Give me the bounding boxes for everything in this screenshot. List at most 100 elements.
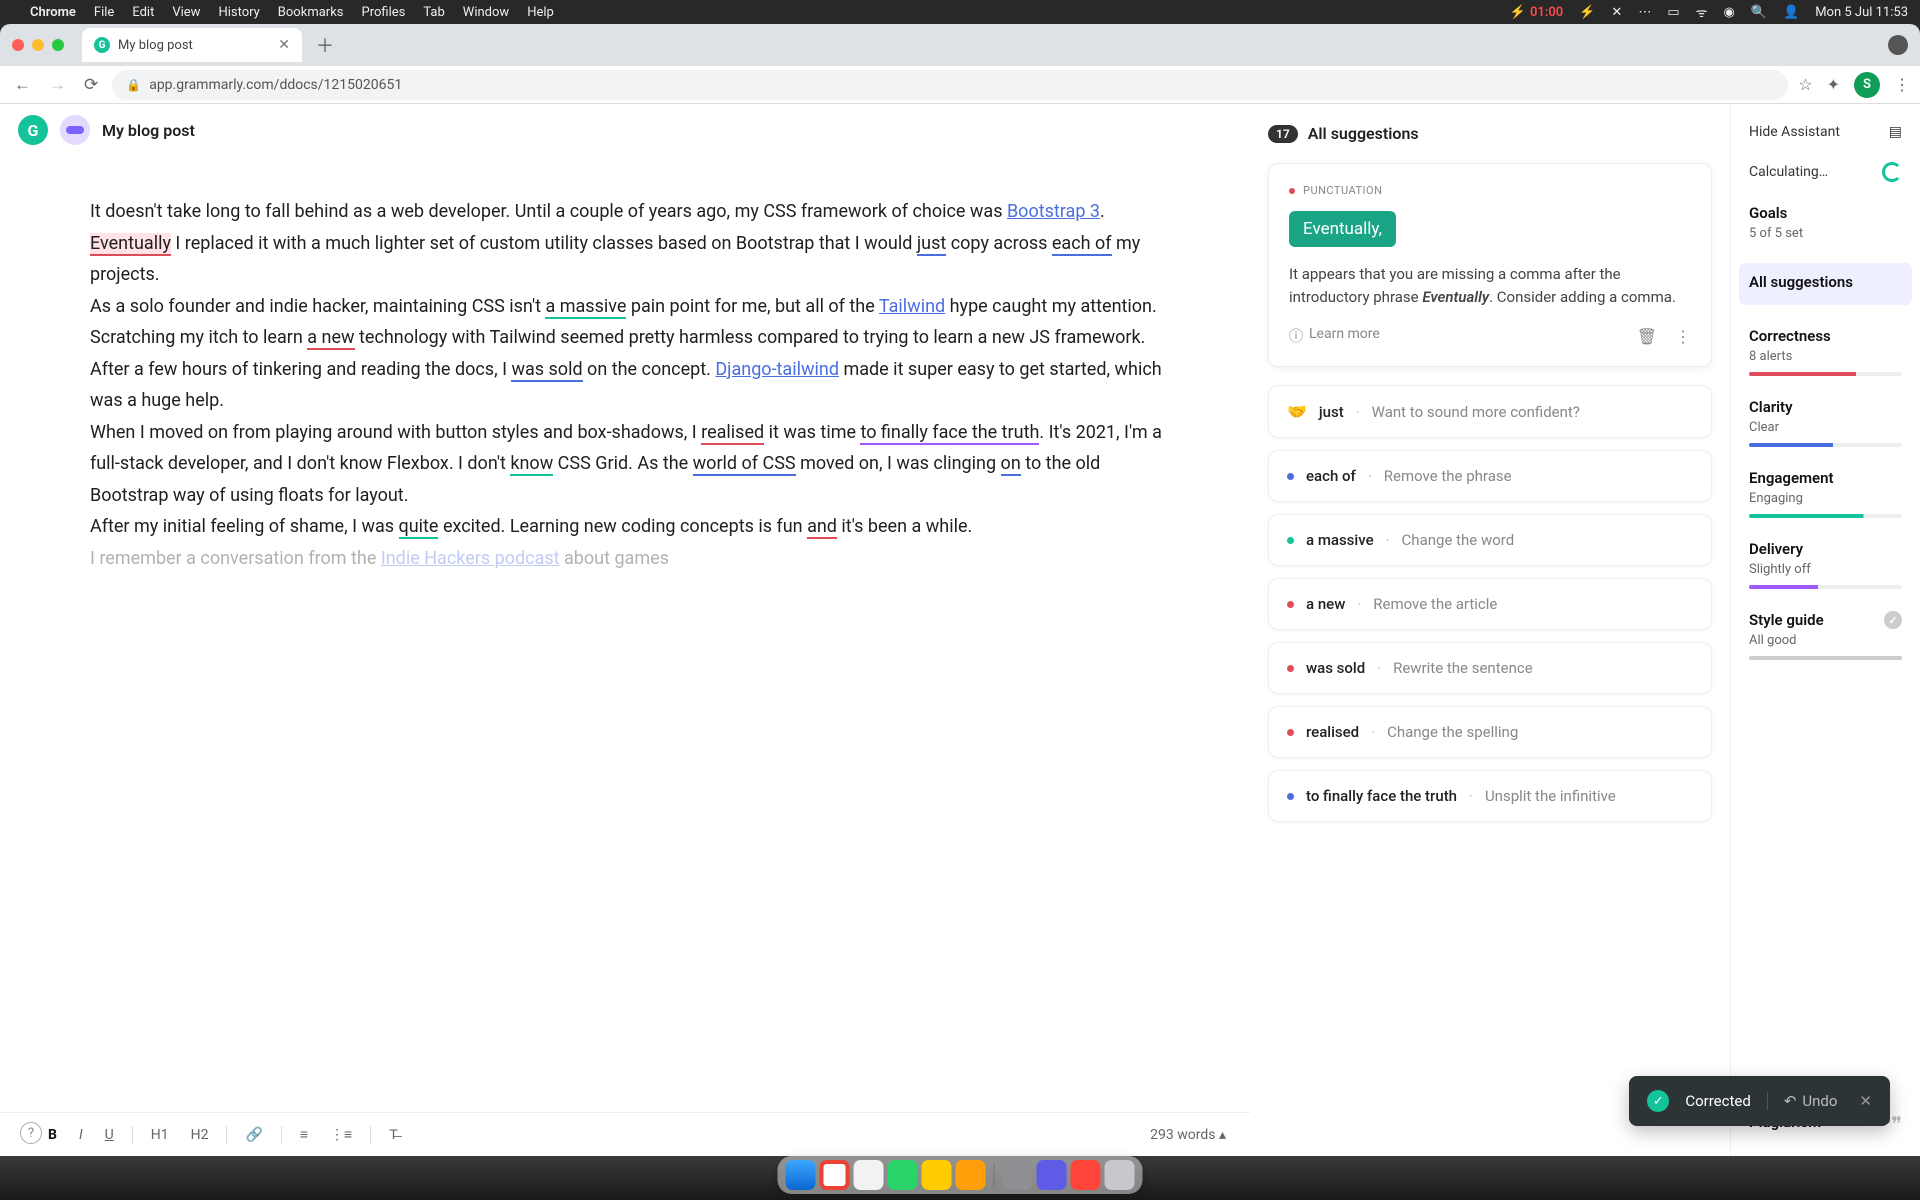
dismiss-suggestion-button[interactable]: 🗑 bbox=[1637, 327, 1657, 346]
document-title[interactable]: My blog post bbox=[102, 121, 195, 140]
tab-overflow-icon[interactable] bbox=[1888, 35, 1908, 55]
browser-tab[interactable]: G My blog post ✕ bbox=[82, 28, 302, 62]
layout-toggle-icon[interactable]: ▤ bbox=[1889, 124, 1902, 140]
underline-know[interactable]: know bbox=[510, 453, 553, 476]
suggestion-row[interactable]: a new· Remove the article bbox=[1268, 578, 1712, 630]
engagement-section[interactable]: Engagement Engaging bbox=[1749, 469, 1902, 518]
correctness-section[interactable]: Correctness 8 alerts bbox=[1749, 327, 1902, 376]
link-indie-hackers[interactable]: Indie Hackers podcast bbox=[381, 548, 560, 569]
goals-section[interactable]: Goals 5 of 5 set bbox=[1749, 204, 1902, 241]
delivery-section[interactable]: Delivery Slightly off bbox=[1749, 540, 1902, 589]
chrome-menu-icon[interactable]: ⋮ bbox=[1894, 75, 1910, 94]
learn-more-link[interactable]: ⓘLearn more bbox=[1289, 326, 1380, 346]
tab-close-button[interactable]: ✕ bbox=[278, 37, 290, 53]
menu-file[interactable]: File bbox=[94, 5, 114, 20]
underline-was-sold[interactable]: was sold bbox=[511, 359, 582, 382]
underline-a-new[interactable]: a new bbox=[307, 327, 354, 350]
suggestion-row[interactable]: realised· Change the spelling bbox=[1268, 706, 1712, 758]
menu-edit[interactable]: Edit bbox=[132, 5, 154, 20]
status-icon-1[interactable]: ✕ bbox=[1611, 5, 1622, 20]
suggestion-row[interactable]: to finally face the truth· Unsplit the i… bbox=[1268, 770, 1712, 822]
link-django-tailwind[interactable]: Django-tailwind bbox=[715, 359, 839, 380]
control-center-icon[interactable]: ◉ bbox=[1723, 5, 1734, 20]
menu-help[interactable]: Help bbox=[527, 5, 554, 20]
menu-tab[interactable]: Tab bbox=[423, 5, 444, 20]
power-icon[interactable]: ▭ bbox=[1667, 5, 1679, 20]
underline-just[interactable]: just bbox=[917, 233, 946, 256]
suggestion-replacement-chip[interactable]: Eventually, bbox=[1289, 211, 1396, 247]
battery-status-icon[interactable]: ⚡01:00 bbox=[1510, 5, 1563, 20]
word-count[interactable]: 293 words ▴ bbox=[1150, 1127, 1226, 1143]
dock-app-icon[interactable] bbox=[888, 1160, 918, 1190]
menu-view[interactable]: View bbox=[172, 5, 200, 20]
close-window-button[interactable] bbox=[12, 39, 24, 51]
h1-button[interactable]: H1 bbox=[147, 1125, 173, 1145]
underline-and[interactable]: and bbox=[807, 516, 837, 539]
h2-button[interactable]: H2 bbox=[187, 1125, 213, 1145]
paragraph-cutoff[interactable]: I remember a conversation from the Indie… bbox=[90, 543, 1180, 575]
active-app-name[interactable]: Chrome bbox=[30, 5, 76, 20]
underline-each-of[interactable]: each of bbox=[1052, 233, 1112, 256]
highlight-eventually[interactable]: Eventually bbox=[90, 233, 171, 256]
menu-profiles[interactable]: Profiles bbox=[362, 5, 406, 20]
link-button[interactable]: 🔗 bbox=[241, 1125, 266, 1145]
dock-app-icon[interactable] bbox=[1071, 1160, 1101, 1190]
menu-window[interactable]: Window bbox=[463, 5, 509, 20]
link-tailwind[interactable]: Tailwind bbox=[879, 296, 945, 317]
hide-assistant-button[interactable]: Hide Assistant bbox=[1749, 124, 1840, 140]
underline-world-of-css[interactable]: world of CSS bbox=[693, 453, 796, 476]
link-bootstrap[interactable]: Bootstrap 3 bbox=[1007, 201, 1100, 222]
paragraph[interactable]: After my initial feeling of shame, I was… bbox=[90, 511, 1180, 543]
status-icon-2[interactable]: ⋯ bbox=[1638, 5, 1651, 20]
extensions-icon[interactable]: ✦ bbox=[1827, 75, 1840, 94]
dock-chrome-icon[interactable] bbox=[820, 1160, 850, 1190]
back-button[interactable]: ← bbox=[10, 71, 35, 99]
wifi-icon[interactable]: ᯤ bbox=[1696, 3, 1708, 21]
dock-app-icon[interactable] bbox=[956, 1160, 986, 1190]
suggestion-row[interactable]: was sold· Rewrite the sentence bbox=[1268, 642, 1712, 694]
underline-to-finally[interactable]: to finally face the truth bbox=[860, 422, 1039, 445]
bookmark-star-icon[interactable]: ☆ bbox=[1798, 75, 1812, 94]
clear-format-button[interactable]: T̶ bbox=[385, 1124, 402, 1145]
quick-action-icon[interactable]: ⚡ bbox=[1579, 5, 1595, 20]
underline-on[interactable]: on bbox=[1001, 453, 1021, 476]
menubar-datetime[interactable]: Mon 5 Jul 11:53 bbox=[1815, 5, 1908, 20]
suggestion-menu-icon[interactable]: ⋮ bbox=[1675, 327, 1691, 346]
grammarly-logo-icon[interactable]: G bbox=[18, 115, 48, 145]
dock-app-icon[interactable] bbox=[1003, 1160, 1033, 1190]
menu-history[interactable]: History bbox=[218, 5, 259, 20]
help-icon[interactable]: ? bbox=[20, 1122, 42, 1144]
clarity-section[interactable]: Clarity Clear bbox=[1749, 398, 1902, 447]
all-suggestions-section[interactable]: All suggestions bbox=[1739, 263, 1912, 305]
paragraph[interactable]: It doesn't take long to fall behind as a… bbox=[90, 196, 1180, 291]
italic-button[interactable]: I bbox=[75, 1125, 87, 1145]
paragraph[interactable]: After a few hours of tinkering and readi… bbox=[90, 354, 1180, 417]
bold-button[interactable]: B bbox=[44, 1125, 61, 1145]
paragraph[interactable]: When I moved on from playing around with… bbox=[90, 417, 1180, 512]
paragraph[interactable]: As a solo founder and indie hacker, main… bbox=[90, 291, 1180, 354]
suggestion-row[interactable]: each of· Remove the phrase bbox=[1268, 450, 1712, 502]
suggestion-card-expanded[interactable]: PUNCTUATION Eventually, It appears that … bbox=[1268, 163, 1712, 367]
dock-app-icon[interactable] bbox=[922, 1160, 952, 1190]
underline-a-massive[interactable]: a massive bbox=[545, 296, 626, 319]
profile-avatar[interactable]: S bbox=[1854, 72, 1880, 98]
dock-trash-icon[interactable] bbox=[1105, 1160, 1135, 1190]
underline-button[interactable]: U bbox=[101, 1125, 118, 1145]
toast-close-button[interactable]: ✕ bbox=[1859, 1092, 1872, 1110]
style-guide-section[interactable]: Style guide✓ All good bbox=[1749, 611, 1902, 660]
user-switch-icon[interactable]: 👤 bbox=[1783, 5, 1799, 20]
dock-app-icon[interactable] bbox=[854, 1160, 884, 1190]
assistant-toggle-icon[interactable] bbox=[60, 115, 90, 145]
address-bar[interactable]: 🔒 app.grammarly.com/ddocs/1215020651 bbox=[112, 70, 1788, 100]
ordered-list-button[interactable]: ≡ bbox=[296, 1124, 312, 1145]
suggestion-row[interactable]: 🤝 just · Want to sound more confident? bbox=[1268, 385, 1712, 438]
new-tab-button[interactable]: ＋ bbox=[316, 32, 334, 58]
undo-button[interactable]: ↶Undo bbox=[1767, 1092, 1838, 1110]
maximize-window-button[interactable] bbox=[52, 39, 64, 51]
reload-button[interactable]: ⟳ bbox=[80, 71, 102, 99]
minimize-window-button[interactable] bbox=[32, 39, 44, 51]
dock-finder-icon[interactable] bbox=[786, 1160, 816, 1190]
menu-bookmarks[interactable]: Bookmarks bbox=[278, 5, 344, 20]
unordered-list-button[interactable]: ⋮≡ bbox=[326, 1124, 356, 1145]
underline-quite[interactable]: quite bbox=[399, 516, 439, 539]
